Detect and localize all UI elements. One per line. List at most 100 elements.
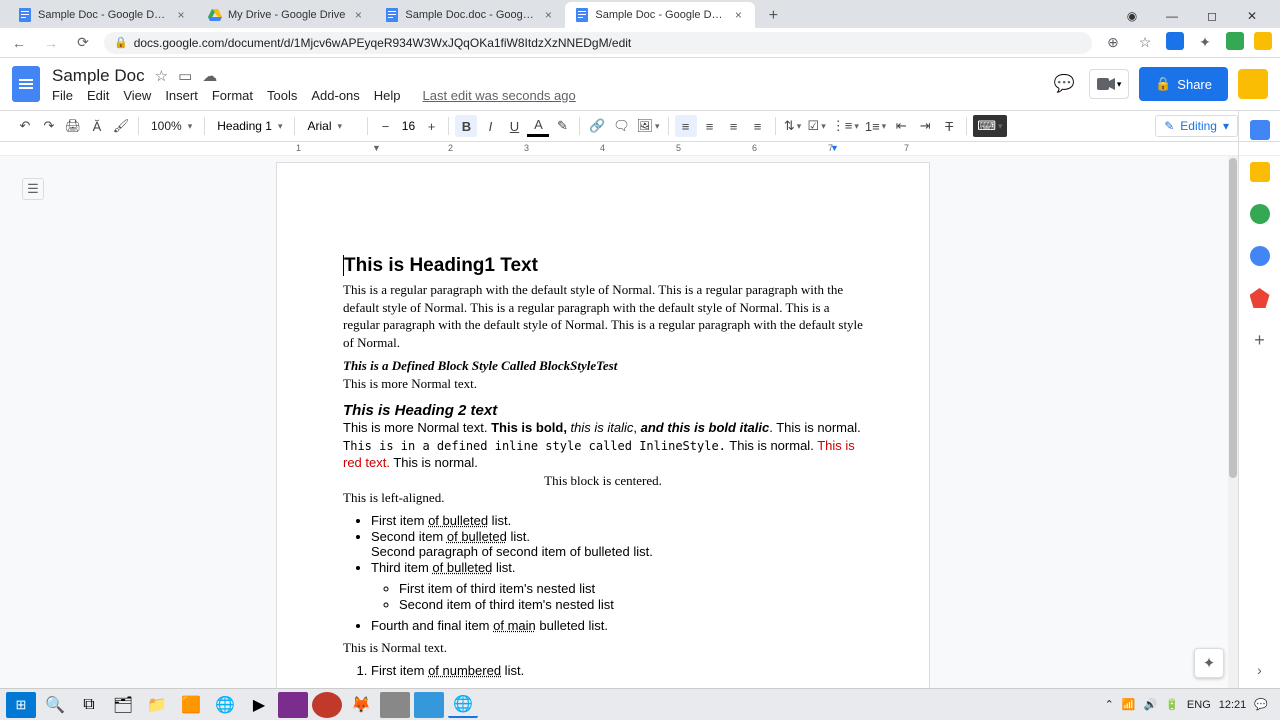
battery-icon[interactable]: 🔋 bbox=[1165, 698, 1179, 711]
comment-button[interactable]: 🗨 bbox=[610, 115, 632, 137]
paragraph-style-select[interactable]: Heading 1 bbox=[211, 119, 288, 133]
star-icon[interactable]: ☆ bbox=[155, 67, 168, 85]
get-addons-button[interactable]: + bbox=[1254, 330, 1265, 351]
reload-button[interactable]: ⟳ bbox=[72, 32, 94, 54]
install-app-icon[interactable]: ⊕ bbox=[1102, 32, 1124, 54]
undo-button[interactable]: ↶ bbox=[14, 115, 36, 137]
minimize-button[interactable]: — bbox=[1156, 4, 1188, 28]
url-input[interactable]: 🔒 docs.google.com/document/d/1Mjcv6wAPEy… bbox=[104, 32, 1092, 54]
bookmark-icon[interactable]: ☆ bbox=[1134, 32, 1156, 54]
print-button[interactable]: 🖨 bbox=[62, 115, 84, 137]
align-center-button[interactable]: ≡ bbox=[699, 115, 721, 137]
language-indicator[interactable]: ENG bbox=[1187, 699, 1211, 711]
taskbar-app-icon[interactable]: ▶ bbox=[244, 692, 274, 718]
highlight-button[interactable]: ✎ bbox=[551, 115, 573, 137]
account-avatar[interactable] bbox=[1238, 69, 1268, 99]
calendar-icon[interactable] bbox=[1250, 120, 1270, 140]
taskbar-app-icon[interactable] bbox=[380, 692, 410, 718]
browser-tab[interactable]: Sample Doc - Google Docs × bbox=[8, 2, 198, 28]
menu-view[interactable]: View bbox=[123, 88, 151, 103]
font-select[interactable]: Arial bbox=[301, 119, 361, 133]
move-icon[interactable]: ▭ bbox=[178, 67, 192, 85]
volume-icon[interactable]: 🔊 bbox=[1144, 698, 1158, 711]
ruler[interactable]: 1 ▼ 2 3 4 5 6 7 ▼ 7 bbox=[0, 142, 1280, 156]
explore-button[interactable]: ✦ bbox=[1194, 648, 1224, 678]
ruler-right-indent-marker[interactable]: ▼ bbox=[830, 143, 839, 153]
menu-format[interactable]: Format bbox=[212, 88, 253, 103]
cloud-status-icon[interactable]: ☁ bbox=[202, 67, 217, 85]
keep-icon[interactable] bbox=[1250, 162, 1270, 182]
close-icon[interactable]: × bbox=[174, 8, 188, 22]
vertical-scrollbar[interactable] bbox=[1228, 156, 1238, 688]
extension-icon[interactable] bbox=[1166, 32, 1184, 50]
maps-icon[interactable] bbox=[1250, 288, 1270, 308]
decrease-font-button[interactable]: − bbox=[374, 115, 396, 137]
increase-font-button[interactable]: + bbox=[420, 115, 442, 137]
menu-addons[interactable]: Add-ons bbox=[311, 88, 359, 103]
paint-format-button[interactable]: 🖌 bbox=[110, 115, 132, 137]
align-left-button[interactable]: ≡ bbox=[675, 115, 697, 137]
redo-button[interactable]: ↷ bbox=[38, 115, 60, 137]
new-tab-button[interactable]: + bbox=[761, 4, 785, 28]
chrome-icon[interactable]: 🌐 bbox=[448, 692, 478, 718]
taskbar-app-icon[interactable] bbox=[312, 692, 342, 718]
numbered-list-button[interactable]: 1≡ bbox=[863, 115, 888, 137]
line-spacing-button[interactable]: ⇅ bbox=[782, 115, 804, 137]
font-size-input[interactable]: 16 bbox=[398, 119, 418, 133]
mode-select[interactable]: ✎ Editing ▾ bbox=[1155, 115, 1238, 137]
close-icon[interactable]: × bbox=[731, 8, 745, 22]
taskbar-app-icon[interactable]: 🟧 bbox=[176, 692, 206, 718]
close-icon[interactable]: × bbox=[541, 8, 555, 22]
last-edit-link[interactable]: Last edit was seconds ago bbox=[423, 88, 576, 103]
extensions-button[interactable]: ✦ bbox=[1194, 32, 1216, 54]
clock[interactable]: 12:21 bbox=[1219, 699, 1247, 711]
bulleted-list-button[interactable]: ⋮≡ bbox=[830, 115, 861, 137]
notifications-icon[interactable]: 💬 bbox=[1254, 698, 1268, 711]
ruler-indent-marker[interactable]: ▼ bbox=[372, 143, 381, 153]
close-window-button[interactable]: ✕ bbox=[1236, 4, 1268, 28]
tasks-icon[interactable] bbox=[1250, 204, 1270, 224]
document-title[interactable]: Sample Doc bbox=[52, 66, 145, 86]
close-icon[interactable]: × bbox=[351, 8, 365, 22]
menu-tools[interactable]: Tools bbox=[267, 88, 297, 103]
align-right-button[interactable]: ≡ bbox=[723, 115, 745, 137]
outline-toggle-button[interactable]: ☰ bbox=[22, 178, 44, 200]
menu-edit[interactable]: Edit bbox=[87, 88, 109, 103]
indent-decrease-button[interactable]: ⇤ bbox=[890, 115, 912, 137]
edge-icon[interactable]: 🌐 bbox=[210, 692, 240, 718]
firefox-icon[interactable]: 🦊 bbox=[346, 692, 376, 718]
checklist-button[interactable]: ☑ bbox=[806, 115, 828, 137]
file-explorer-icon[interactable]: 📁 bbox=[142, 692, 172, 718]
taskbar-app-icon[interactable] bbox=[278, 692, 308, 718]
browser-tab-active[interactable]: Sample Doc - Google Docs × bbox=[565, 2, 755, 28]
link-button[interactable]: 🔗 bbox=[586, 115, 608, 137]
task-view-button[interactable]: ⧉ bbox=[74, 692, 104, 718]
image-button[interactable]: 🖼 bbox=[634, 115, 661, 137]
menu-help[interactable]: Help bbox=[374, 88, 401, 103]
docs-logo-icon[interactable] bbox=[12, 66, 40, 102]
spellcheck-button[interactable]: Ă bbox=[86, 115, 108, 137]
browser-tab[interactable]: Sample Doc.doc - Google Docs × bbox=[375, 2, 565, 28]
clear-formatting-button[interactable]: T bbox=[938, 115, 960, 137]
back-button[interactable]: ← bbox=[8, 32, 30, 54]
contacts-icon[interactable] bbox=[1250, 246, 1270, 266]
start-button[interactable]: ⊞ bbox=[6, 692, 36, 718]
input-tools-button[interactable]: ⌨ bbox=[973, 115, 1006, 137]
menu-insert[interactable]: Insert bbox=[165, 88, 198, 103]
underline-button[interactable]: U bbox=[503, 115, 525, 137]
zoom-select[interactable]: 100% bbox=[145, 119, 198, 133]
network-icon[interactable]: 📶 bbox=[1122, 698, 1136, 711]
indent-increase-button[interactable]: ⇥ bbox=[914, 115, 936, 137]
text-color-button[interactable]: A bbox=[527, 115, 549, 137]
meet-button[interactable]: ▾ bbox=[1089, 69, 1129, 99]
browser-tab[interactable]: My Drive - Google Drive × bbox=[198, 2, 375, 28]
side-panel-toggle[interactable]: › bbox=[1257, 662, 1262, 678]
menu-file[interactable]: File bbox=[52, 88, 73, 103]
extension-icon[interactable] bbox=[1254, 32, 1272, 50]
search-button[interactable]: 🔍 bbox=[40, 692, 70, 718]
align-justify-button[interactable]: ≡ bbox=[747, 115, 769, 137]
comment-history-icon[interactable]: 💬 bbox=[1049, 69, 1079, 99]
maximize-button[interactable]: ◻ bbox=[1196, 4, 1228, 28]
bold-button[interactable]: B bbox=[455, 115, 477, 137]
account-icon[interactable]: ◉ bbox=[1116, 4, 1148, 28]
